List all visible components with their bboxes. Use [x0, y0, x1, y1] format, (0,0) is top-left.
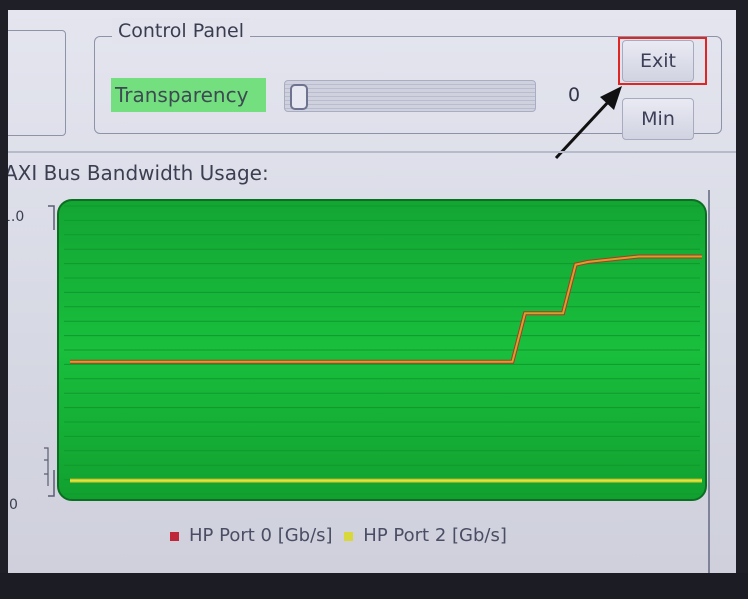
monitor-bezel	[0, 573, 748, 599]
control-panel-title: Control Panel	[112, 18, 250, 44]
chart-title: AXI Bus Bandwidth Usage:	[8, 161, 269, 185]
panel-divider	[8, 151, 736, 153]
legend-label-port2: HP Port 2 [Gb/s]	[363, 525, 507, 546]
legend-swatch-port2	[344, 531, 354, 541]
y-axis-minor-ticks	[44, 447, 49, 486]
transparency-slider-handle[interactable]	[290, 84, 308, 110]
y-axis-bracket-top	[48, 205, 55, 230]
transparency-slider[interactable]	[284, 80, 536, 112]
y-axis-bracket-bottom	[48, 470, 55, 497]
y-axis: 1.0 0	[8, 205, 55, 513]
chart-legend: HP Port 0 [Gb/s] HP Port 2 [Gb/s]	[170, 523, 507, 549]
y-tick-label-min: 0	[9, 497, 18, 513]
bandwidth-chart: 1.0 0	[8, 199, 707, 513]
legend-label-port0: HP Port 0 [Gb/s]	[189, 525, 333, 546]
exit-highlight-box	[618, 37, 707, 85]
legend-item-port2: HP Port 2 [Gb/s]	[344, 525, 507, 546]
screen: Control Panel Transparency 0 Exit Min AX…	[8, 10, 736, 573]
legend-item-port0: HP Port 0 [Gb/s]	[170, 525, 338, 546]
min-button[interactable]: Min	[622, 98, 694, 140]
grid-lines	[64, 205, 700, 495]
legend-swatch-port0	[170, 531, 179, 541]
y-tick-label-max: 1.0	[8, 209, 24, 225]
transparency-label: Transparency	[111, 78, 266, 112]
left-panel-box	[8, 30, 66, 136]
